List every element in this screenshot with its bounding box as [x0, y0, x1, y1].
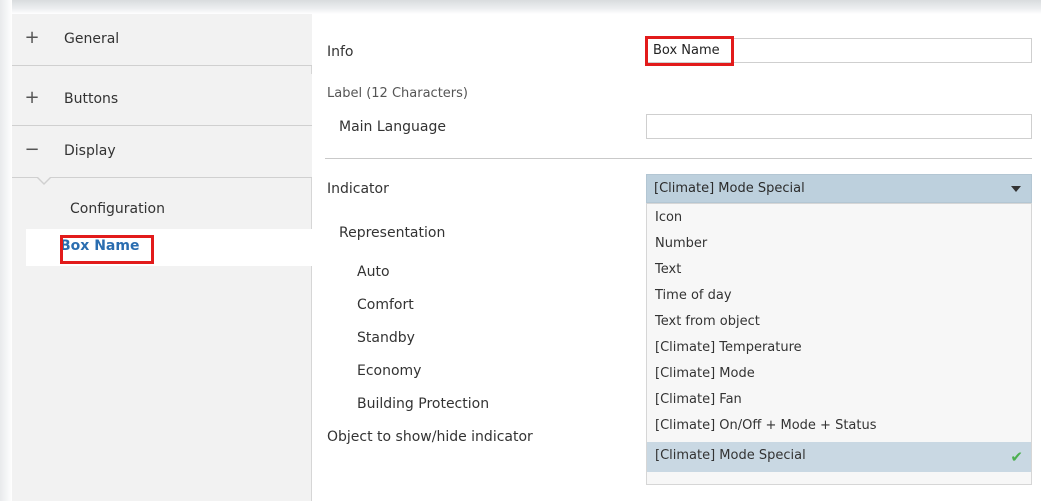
indicator-select[interactable]: [Climate] Mode Special [646, 174, 1032, 203]
dropdown-option-label: [Climate] Mode [655, 366, 755, 381]
highlight-box-info [645, 36, 734, 66]
dropdown-option[interactable]: Text from object [647, 310, 1031, 336]
mode-building-protection-label: Building Protection [357, 396, 490, 412]
indicator-selected-value: [Climate] Mode Special [654, 181, 805, 196]
window-shadow-top [0, 0, 1041, 14]
mode-standby-label: Standby [357, 330, 415, 346]
expanded-notch-inner [37, 176, 51, 183]
sidebar-item-display[interactable]: − Display [12, 126, 312, 178]
mode-economy-label: Economy [357, 363, 422, 379]
dropdown-option-label: Text from object [655, 314, 760, 329]
window-shadow-left [0, 0, 12, 501]
dropdown-option[interactable]: Time of day [647, 284, 1031, 310]
sidebar-item-label: Buttons [64, 91, 119, 107]
dropdown-option-label: Icon [655, 210, 683, 225]
section-divider [325, 158, 1032, 159]
dropdown-option-label: [Climate] Mode Special [655, 448, 806, 463]
plus-icon: + [24, 27, 40, 48]
dropdown-option[interactable]: Number [647, 232, 1031, 258]
plus-icon: + [24, 87, 40, 108]
sidebar-item-label: General [64, 31, 120, 47]
dropdown-option-selected[interactable]: [Climate] Mode Special ✔ [647, 442, 1031, 472]
dropdown-option-label: [Climate] Temperature [655, 340, 802, 355]
chevron-down-icon [1011, 186, 1021, 192]
dropdown-option-label: [Climate] Fan [655, 392, 742, 407]
dropdown-option[interactable]: [Climate] Fan [647, 388, 1031, 414]
sidebar: + General + Buttons − Display Configurat… [12, 14, 313, 501]
dropdown-option[interactable]: [Climate] Temperature [647, 336, 1031, 362]
sidebar-item-general[interactable]: + General [12, 14, 312, 66]
dropdown-option[interactable]: [Climate] On/Off + Mode + Status [647, 414, 1031, 440]
label-section-heading: Label (12 Characters) [327, 86, 468, 101]
minus-icon: − [24, 139, 40, 160]
dropdown-option-label: Number [655, 236, 708, 251]
representation-label: Representation [339, 225, 446, 241]
object-show-hide-label: Object to show/hide indicator [327, 429, 533, 445]
indicator-label: Indicator [327, 181, 389, 197]
check-icon: ✔ [1010, 448, 1023, 466]
dropdown-option[interactable]: Icon [647, 206, 1031, 232]
main-language-label: Main Language [339, 119, 446, 135]
highlight-box-sidebar [60, 235, 154, 264]
info-label: Info [327, 44, 354, 60]
parameters-panel: Info Box Name Label (12 Characters) Main… [313, 14, 1041, 501]
parameters-window: + General + Buttons − Display Configurat… [12, 14, 1041, 501]
indicator-dropdown-list: Icon Number Text Time of day Text from o… [646, 203, 1032, 485]
sidebar-item-label: Display [64, 143, 116, 159]
sidebar-subitem-configuration[interactable]: Configuration [70, 201, 165, 217]
dropdown-option-label: Time of day [655, 288, 732, 303]
dropdown-option-label: [Climate] On/Off + Mode + Status [655, 418, 877, 433]
mode-comfort-label: Comfort [357, 297, 414, 313]
main-language-field[interactable] [646, 114, 1032, 139]
dropdown-option[interactable]: [Climate] Mode [647, 362, 1031, 388]
dropdown-option[interactable]: Text [647, 258, 1031, 284]
mode-auto-label: Auto [357, 264, 390, 280]
sidebar-item-buttons[interactable]: + Buttons [12, 74, 312, 126]
dropdown-option-label: Text [655, 262, 682, 277]
